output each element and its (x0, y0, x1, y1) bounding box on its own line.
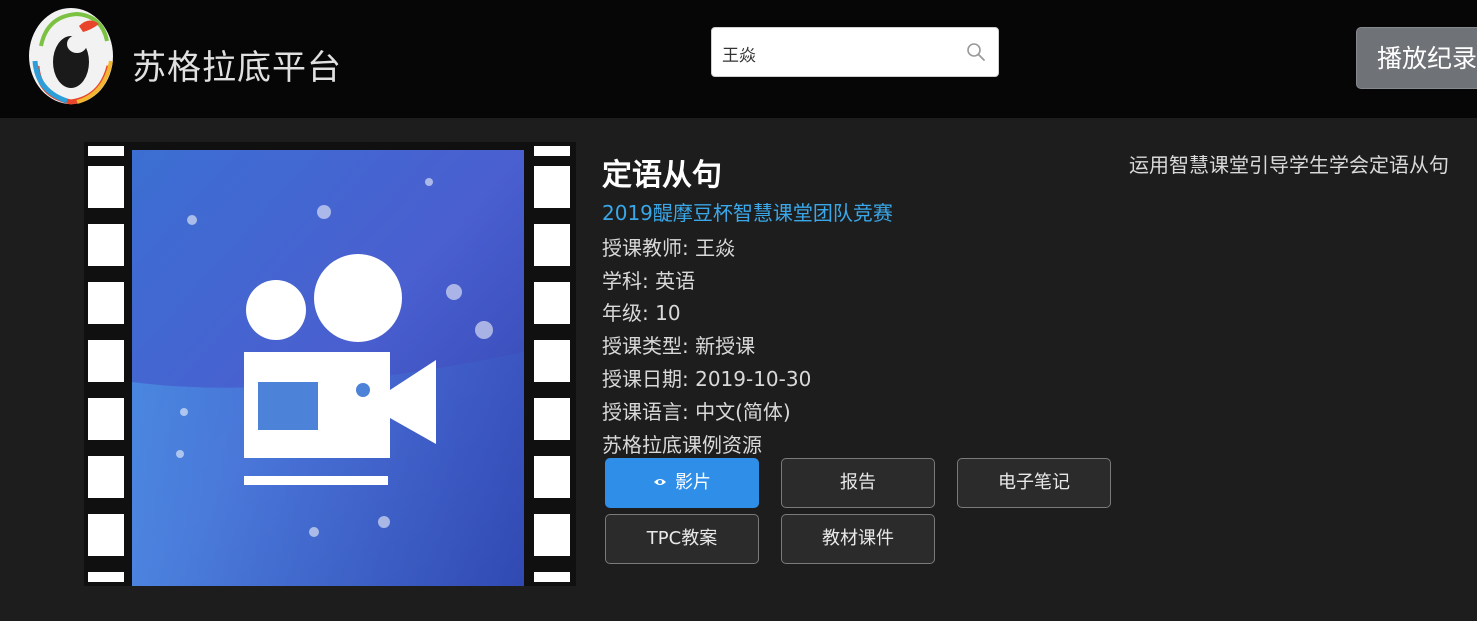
video-button-label: 影片 (675, 472, 711, 493)
teacher-info: 授课教师: 王焱 (602, 236, 736, 260)
lesson-date-info: 授课日期: 2019-10-30 (602, 367, 812, 391)
lesson-title: 定语从句 (602, 158, 722, 193)
event-link[interactable]: 2019醍摩豆杯智慧课堂团队竞赛 (602, 197, 893, 226)
search-box[interactable] (711, 27, 999, 77)
grade-info: 年级: 10 (602, 301, 681, 325)
search-input[interactable] (722, 39, 962, 67)
search-icon[interactable] (966, 42, 986, 62)
resource-source: 苏格拉底课例资源 (602, 433, 762, 457)
eye-icon (654, 478, 666, 485)
video-button[interactable]: 影片 (605, 458, 759, 508)
subject-info: 学科: 英语 (602, 269, 696, 293)
lesson-type-info: 授课类型: 新授课 (602, 334, 756, 358)
top-bar: 苏格拉底平台 播放纪录 (0, 0, 1477, 118)
play-history-button[interactable]: 播放纪录 (1356, 27, 1477, 89)
report-button[interactable]: 报告 (781, 458, 935, 508)
lesson-description: 运用智慧课堂引导学生学会定语从句 (1129, 153, 1449, 177)
video-thumbnail[interactable] (84, 142, 576, 586)
platform-logo[interactable] (27, 6, 115, 106)
course-materials-button[interactable]: 教材课件 (781, 514, 935, 564)
lesson-language-info: 授课语言: 中文(简体) (602, 400, 791, 424)
platform-name: 苏格拉底平台 (132, 48, 342, 88)
notes-button[interactable]: 电子笔记 (957, 458, 1111, 508)
tpc-lesson-plan-button[interactable]: TPC教案 (605, 514, 759, 564)
